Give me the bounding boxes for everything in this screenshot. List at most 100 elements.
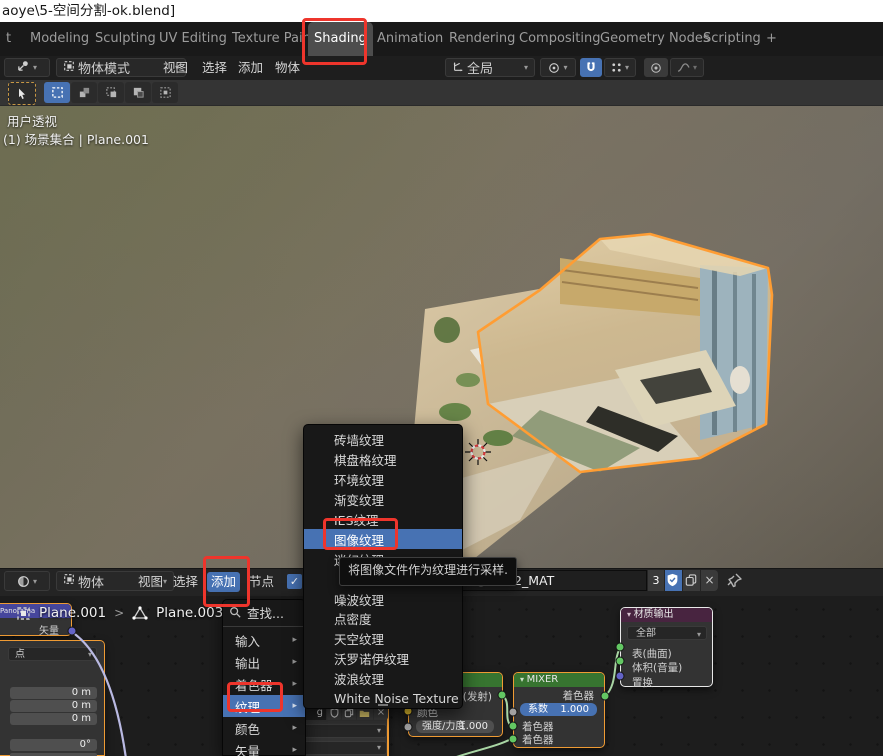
plane-selected[interactable]	[478, 234, 772, 472]
snap-toggle-button[interactable]	[580, 58, 602, 77]
proportional-editing-button[interactable]	[644, 58, 668, 77]
socket-emission-strength[interactable]	[404, 723, 413, 732]
breadcrumb-data[interactable]: Plane.003	[156, 605, 223, 621]
node-mixer[interactable]: ▾ MIXER 着色器 系数 1.000 着色器 着色器	[513, 672, 605, 748]
pin-icon[interactable]	[726, 572, 743, 589]
output-displacement-label: 置换	[632, 675, 653, 690]
menu-item-voronoi-texture[interactable]: 沃罗诺伊纹理	[304, 649, 462, 669]
use-nodes-checkbox[interactable]: ✓	[287, 574, 302, 589]
transform-orientation-dropdown[interactable]: 全局 ▾	[445, 58, 535, 77]
select-subtract-icon	[105, 86, 118, 99]
tab-shading[interactable]: Shading	[308, 22, 373, 56]
menu-item-vector[interactable]: 矢量▸	[223, 739, 305, 756]
emission-strength-value[interactable]: 1.000	[459, 720, 488, 733]
snap-grid-icon	[611, 62, 622, 73]
window-title: aoye\5-空间分割-ok.blend]	[0, 0, 883, 22]
proportional-falloff-dropdown[interactable]: ▾	[670, 58, 704, 77]
emission-strength-label: 强度/力度	[416, 721, 465, 732]
select-mode-extend-button[interactable]	[71, 82, 97, 103]
menu-item-sky-texture[interactable]: 天空纹理	[304, 629, 462, 649]
mapping-type-dropdown[interactable]: 点 ▾	[8, 647, 97, 661]
select-mode-intersect-button[interactable]	[152, 82, 178, 103]
tab-sculpting[interactable]: Sculpting	[89, 22, 162, 56]
add-workspace-button[interactable]: +	[760, 22, 783, 56]
menu-item-checker-texture[interactable]: 棋盘格纹理	[304, 450, 462, 470]
magnet-icon	[585, 61, 597, 74]
select-mode-set-button[interactable]	[44, 82, 70, 103]
tab-scripting[interactable]: Scripting	[697, 22, 767, 56]
tab-compositing[interactable]: Compositing	[513, 22, 607, 56]
menu-item-point-density[interactable]: 点密度	[304, 609, 462, 629]
socket-mixer-in1[interactable]	[509, 722, 518, 731]
vp-menu-select[interactable]: 选择	[202, 56, 227, 80]
node-mapping-body[interactable]: 点 ▾ 0 m 0 m 0 m 0°	[0, 640, 105, 756]
menu-item-gradient-texture[interactable]: 渐变纹理	[304, 490, 462, 510]
vp-menu-add[interactable]: 添加	[238, 56, 263, 80]
copy-material-button[interactable]	[683, 570, 700, 591]
select-mode-invert-button[interactable]	[125, 82, 151, 103]
menu-item-search[interactable]: 查找...	[223, 600, 305, 624]
tab-layout-clipped[interactable]: t	[0, 22, 17, 56]
socket-mixer-fac[interactable]	[509, 708, 518, 717]
tab-animation[interactable]: Animation	[371, 22, 449, 56]
falloff-curve-icon	[677, 62, 690, 73]
breadcrumb-object[interactable]: Plane.001	[39, 605, 106, 621]
search-icon	[229, 606, 241, 618]
material-users-count[interactable]: 3	[648, 570, 664, 591]
shader-editor-type-dropdown[interactable]: ▾	[4, 571, 50, 591]
shader-sphere-icon	[17, 575, 30, 588]
snap-with-dropdown[interactable]: ▾	[604, 58, 636, 77]
mapping-rot-field[interactable]: 0°	[10, 739, 97, 751]
sh-menu-select[interactable]: 选择	[173, 568, 198, 596]
output-surface-label: 表(曲面)	[632, 646, 672, 661]
mapping-z-field[interactable]: 0 m	[10, 713, 97, 725]
mapping-y-field[interactable]: 0 m	[10, 700, 97, 712]
sh-menu-add[interactable]: 添加	[207, 572, 240, 592]
fake-user-button[interactable]	[665, 570, 682, 591]
menu-item-wave-texture[interactable]: 波浪纹理	[304, 669, 462, 689]
pivot-point-dropdown[interactable]: ▾	[540, 58, 576, 77]
tab-rendering[interactable]: Rendering	[443, 22, 521, 56]
mixer-fac-slider[interactable]: 系数 1.000	[520, 703, 597, 716]
menu-item-image-texture[interactable]: 图像纹理	[304, 529, 462, 549]
socket-emission-out[interactable]	[498, 691, 507, 700]
menu-item-input[interactable]: 输入▸	[223, 629, 305, 651]
socket-output-displacement[interactable]	[616, 672, 625, 681]
workspace-tabbar: t Modeling Sculpting UV Editing Texture …	[0, 22, 883, 56]
submenu-arrow-icon: ▸	[292, 701, 297, 711]
output-target-dropdown[interactable]: 全部 ▾	[627, 626, 707, 640]
menu-item-ies-texture[interactable]: IES纹理	[304, 510, 462, 530]
socket-vector-out[interactable]	[68, 627, 77, 636]
select-mode-subtract-button[interactable]	[98, 82, 124, 103]
mapping-x-field[interactable]: 0 m	[10, 687, 97, 699]
orientation-label: 全局	[467, 58, 521, 77]
menu-item-texture[interactable]: 纹理▸	[223, 695, 305, 717]
chevron-down-icon: ▾	[88, 648, 92, 661]
menu-item-output[interactable]: 输出▸	[223, 651, 305, 673]
object-mode-icon	[63, 60, 75, 76]
chevron-down-icon: ▾	[625, 63, 629, 72]
sh-menu-node[interactable]: 节点	[249, 568, 274, 596]
menu-item-brick-texture[interactable]: 砖墙纹理	[304, 430, 462, 450]
socket-output-volume[interactable]	[616, 657, 625, 666]
tooltip: 将图像文件作为纹理进行采样.	[339, 557, 517, 586]
menu-item-noise-texture[interactable]: 噪波纹理	[304, 589, 462, 609]
menu-item-color[interactable]: 颜色▸	[223, 717, 305, 739]
tab-modeling[interactable]: Modeling	[24, 22, 95, 56]
shield-icon	[330, 708, 339, 718]
menu-item-environment-texture[interactable]: 环境纹理	[304, 470, 462, 490]
socket-mixer-in2[interactable]	[509, 735, 518, 744]
node-material-output[interactable]: ▾ 材质输出 全部 ▾ 表(曲面) 体积(音量) 置换	[620, 607, 713, 687]
editor-type-dropdown[interactable]: ▾	[4, 58, 50, 77]
vp-menu-view[interactable]: 视图	[163, 56, 188, 80]
sh-menu-view[interactable]: 视图	[138, 568, 163, 596]
tab-uv-editing[interactable]: UV Editing	[153, 22, 233, 56]
socket-output-surface[interactable]	[616, 643, 625, 652]
output-volume-label: 体积(音量)	[632, 660, 682, 675]
active-tool-button[interactable]	[8, 82, 36, 105]
menu-item-shader[interactable]: 着色器▸	[223, 673, 305, 695]
copy-icon	[685, 574, 697, 587]
socket-mixer-out[interactable]	[601, 692, 610, 701]
vp-menu-object[interactable]: 物体	[275, 56, 300, 80]
unlink-material-button[interactable]: ×	[701, 570, 718, 591]
